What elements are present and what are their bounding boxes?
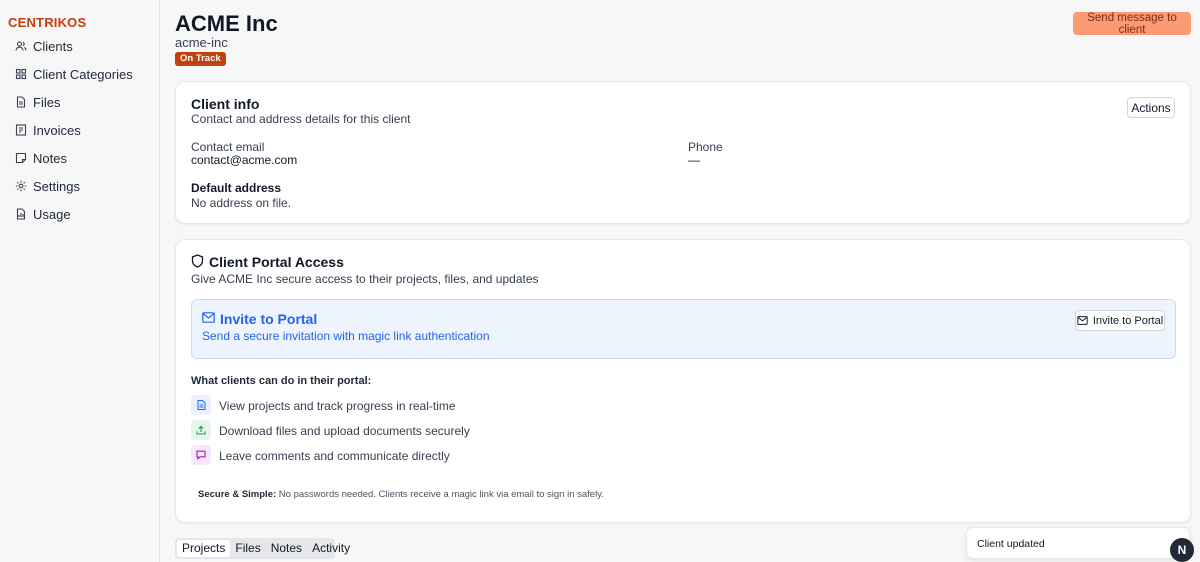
invoice-icon (15, 124, 27, 136)
secure-text: No passwords needed. Clients receive a m… (278, 489, 604, 500)
client-info-subtitle: Contact and address details for this cli… (191, 112, 411, 126)
sidebar-item-label: Clients (33, 38, 73, 54)
feature-item: Download files and upload documents secu… (219, 424, 470, 438)
feature-icon-bg (191, 445, 211, 465)
sidebar-item-invoices[interactable]: Invoices (0, 116, 160, 144)
sidebar-item-label: Invoices (33, 122, 81, 138)
toast-notification: Client updated (966, 527, 1190, 559)
client-info-card: Client info Contact and address details … (175, 81, 1191, 224)
contact-email-label: Contact email (191, 140, 265, 154)
mail-icon (1077, 316, 1088, 325)
sidebar-nav: Clients Client Categories Files Invoices… (0, 32, 160, 228)
grid-icon (15, 68, 27, 80)
client-slug: acme-inc (175, 35, 228, 50)
feature-icon-bg (191, 395, 211, 415)
default-address-value: No address on file. (191, 196, 292, 210)
sidebar-item-label: Usage (33, 206, 71, 222)
invite-button-label: Invite to Portal (1092, 314, 1164, 327)
sidebar-item-client-categories[interactable]: Client Categories (0, 60, 160, 88)
secure-note: Secure & Simple: No passwords needed. Cl… (198, 489, 604, 500)
sidebar: CENTRIKOS Clients Client Categories File… (0, 0, 160, 562)
portal-title: Client Portal Access (209, 254, 344, 270)
phone-value: — (688, 153, 700, 167)
client-portal-card: Client Portal Access Give ACME Inc secur… (175, 239, 1191, 523)
features-heading: What clients can do in their portal: (191, 375, 372, 387)
feature-icon-bg (191, 420, 211, 440)
brand-logo: CENTRIKOS (8, 15, 87, 30)
feature-item: View projects and track progress in real… (219, 399, 456, 413)
secure-label: Secure & Simple: (198, 489, 277, 500)
tab-projects[interactable]: Projects (177, 540, 231, 557)
page-title: ACME Inc (175, 11, 278, 36)
sidebar-item-files[interactable]: Files (0, 88, 160, 116)
main-content: ACME Inc acme-inc On Track Send message … (160, 0, 1200, 562)
contact-email-value: contact@acme.com (191, 153, 298, 167)
tab-activity[interactable]: Activity (307, 540, 355, 557)
invite-subtitle: Send a secure invitation with magic link… (202, 329, 490, 343)
users-icon (15, 41, 27, 51)
phone-label: Phone (688, 140, 723, 154)
invite-to-portal-button[interactable]: Invite to Portal (1075, 310, 1165, 331)
avatar[interactable]: N (1170, 538, 1194, 562)
gear-icon (15, 180, 27, 192)
upload-icon (196, 425, 206, 435)
tab-files[interactable]: Files (230, 540, 265, 557)
feature-item: Leave comments and communicate directly (219, 449, 450, 463)
sidebar-item-label: Files (33, 94, 61, 110)
portal-subtitle: Give ACME Inc secure access to their pro… (191, 272, 539, 286)
mail-icon (202, 312, 215, 323)
send-message-button[interactable]: Send message to client (1073, 12, 1191, 36)
shield-icon (191, 254, 204, 268)
sidebar-item-clients[interactable]: Clients (0, 32, 160, 60)
default-address-label: Default address (191, 181, 282, 195)
sidebar-item-label: Notes (33, 150, 67, 166)
sidebar-item-label: Settings (33, 178, 80, 194)
toast-message: Client updated (977, 538, 1045, 550)
file-icon (16, 96, 26, 108)
sidebar-item-label: Client Categories (33, 66, 133, 82)
chat-icon (196, 450, 206, 460)
document-icon (197, 400, 205, 410)
sidebar-item-notes[interactable]: Notes (0, 144, 160, 172)
sidebar-item-settings[interactable]: Settings (0, 172, 160, 200)
note-icon (15, 152, 27, 164)
tab-notes[interactable]: Notes (266, 540, 307, 557)
client-tabs: Projects Files Notes Activity (175, 538, 350, 559)
client-info-title: Client info (191, 96, 260, 112)
sidebar-item-usage[interactable]: Usage (0, 200, 160, 228)
usage-icon (16, 208, 26, 220)
invite-title: Invite to Portal (220, 311, 318, 327)
status-badge: On Track (175, 52, 226, 66)
invite-panel: Invite to Portal Send a secure invitatio… (191, 299, 1176, 359)
actions-button[interactable]: Actions (1127, 97, 1175, 118)
